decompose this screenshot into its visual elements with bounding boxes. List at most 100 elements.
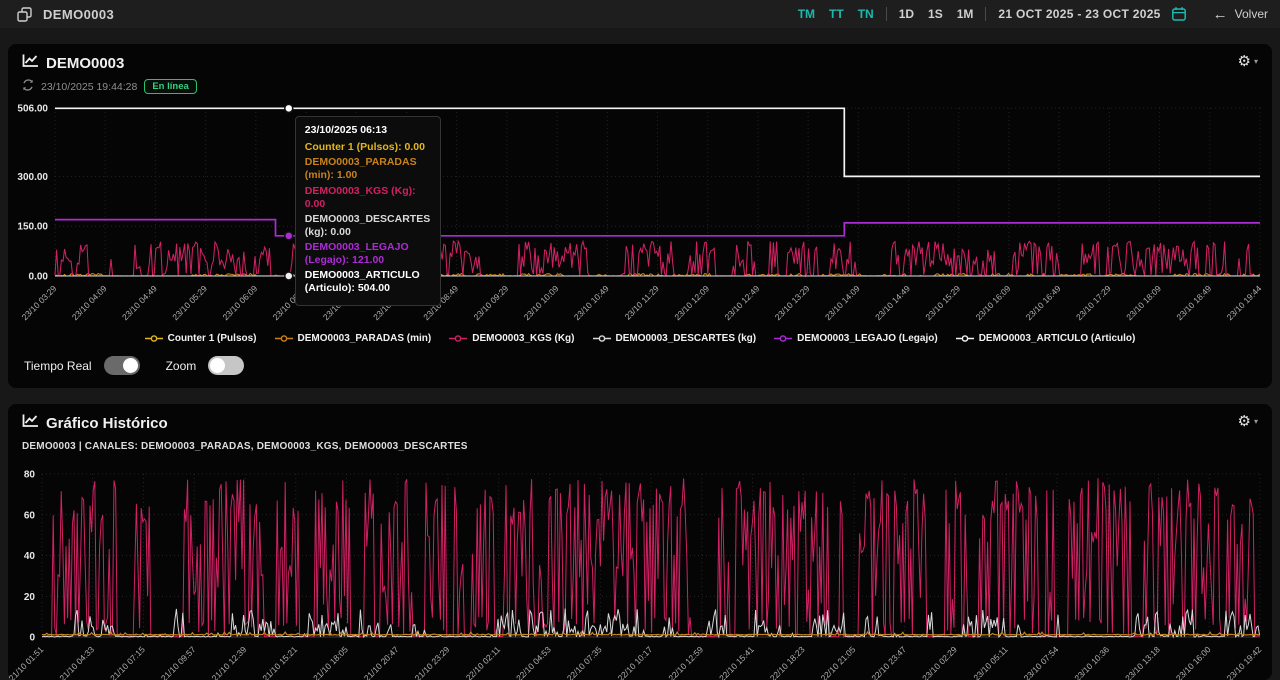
svg-text:23/10 14:09: 23/10 14:09 (823, 283, 862, 322)
historic-chart[interactable]: 0 20 40 60 80 21/10 01:51 21/10 04:33 21/10 07:… (8, 452, 1272, 680)
legend-label: DEMO0003_LEGAJO (Legajo) (797, 333, 938, 344)
svg-text:23/10 16:49: 23/10 16:49 (1024, 283, 1063, 322)
legend-item[interactable]: Counter 1 (Pulsos) (145, 333, 257, 344)
zoom-toggle[interactable] (208, 356, 244, 375)
tooltip-row: DEMO0003_PARADAS (min): 1.00 (305, 156, 431, 182)
legend-item[interactable]: DEMO0003_ARTICULO (Articulo) (956, 333, 1136, 344)
realtime-settings-button[interactable]: ⚙ ▾ (1238, 52, 1258, 70)
tab-1m[interactable]: 1M (957, 7, 974, 21)
legend-marker-icon (145, 334, 163, 343)
last-update-timestamp: 23/10/2025 19:44:28 (41, 81, 137, 93)
zoom-label: Zoom (166, 359, 197, 373)
svg-text:23/10 10:49: 23/10 10:49 (572, 283, 611, 322)
legend-item[interactable]: DEMO0003_PARADAS (min) (275, 333, 432, 344)
volver-button[interactable]: ← Volver (1213, 7, 1268, 22)
topbar: DEMO0003 TM TT TN 1D 1S 1M 21 OCT 2025 -… (0, 0, 1280, 28)
copy-icon (16, 6, 33, 23)
legend-label: DEMO0003_ARTICULO (Articulo) (979, 333, 1136, 344)
legend-label: Counter 1 (Pulsos) (168, 333, 257, 344)
legend-label: DEMO0003_KGS (Kg) (472, 333, 574, 344)
legend-marker-icon (956, 334, 974, 343)
date-range[interactable]: 21 OCT 2025 - 23 OCT 2025 (998, 7, 1160, 21)
svg-text:23/10 13:29: 23/10 13:29 (773, 283, 812, 322)
back-arrow-icon: ← (1213, 7, 1228, 22)
tab-1s[interactable]: 1S (928, 7, 943, 21)
tab-tn[interactable]: TN (858, 7, 874, 21)
divider (886, 7, 887, 21)
legend-item[interactable]: DEMO0003_DESCARTES (kg) (593, 333, 757, 344)
svg-text:21/10 09:57: 21/10 09:57 (159, 644, 198, 680)
svg-text:20: 20 (24, 592, 36, 603)
app-title: DEMO0003 (43, 7, 114, 22)
svg-text:23/10 04:09: 23/10 04:09 (70, 283, 109, 322)
divider (985, 7, 986, 21)
legend-label: DEMO0003_DESCARTES (kg) (616, 333, 757, 344)
svg-text:23/10 13:18: 23/10 13:18 (1123, 644, 1162, 680)
svg-text:23/10 10:09: 23/10 10:09 (522, 283, 561, 322)
realtime-panel: DEMO0003 ⚙ ▾ 23/10/2025 19:44:28 En líne… (8, 44, 1272, 388)
realtime-chart[interactable]: 0.00150.00300.00506.0023/10 03:2923/10 0… (8, 98, 1272, 330)
historic-panel-title: Gráfico Histórico (22, 413, 168, 433)
tooltip-row: DEMO0003_KGS (Kg): 0.00 (305, 185, 431, 211)
calendar-icon[interactable] (1171, 6, 1187, 22)
historic-subtitle: DEMO0003 | CANALES: DEMO0003_PARADAS, DE… (22, 441, 468, 452)
svg-text:23/10 18:49: 23/10 18:49 (1174, 283, 1213, 322)
svg-text:22/10 21:05: 22/10 21:05 (819, 644, 858, 680)
legend-marker-icon (774, 334, 792, 343)
chart-legend: Counter 1 (Pulsos) DEMO0003_PARADAS (min)… (8, 333, 1272, 344)
tab-tt[interactable]: TT (829, 7, 844, 21)
svg-text:23/10 03:29: 23/10 03:29 (20, 283, 59, 322)
svg-text:23/10 11:29: 23/10 11:29 (623, 283, 662, 322)
svg-text:23/10 16:09: 23/10 16:09 (974, 283, 1013, 322)
svg-text:23/10 06:09: 23/10 06:09 (220, 283, 259, 322)
gear-icon: ⚙ (1238, 52, 1251, 70)
svg-text:23/10 10:36: 23/10 10:36 (1072, 644, 1111, 680)
svg-text:80: 80 (24, 470, 36, 481)
legend-item[interactable]: DEMO0003_LEGAJO (Legajo) (774, 333, 938, 344)
svg-text:21/10 07:15: 21/10 07:15 (108, 644, 147, 680)
svg-text:23/10 15:29: 23/10 15:29 (923, 283, 962, 322)
tooltip-row: DEMO0003_ARTICULO (Articulo): 504.00 (305, 269, 431, 295)
svg-text:21/10 18:05: 21/10 18:05 (311, 644, 350, 680)
historic-settings-button[interactable]: ⚙ ▾ (1238, 412, 1258, 430)
legend-item[interactable]: DEMO0003_KGS (Kg) (449, 333, 574, 344)
svg-text:40: 40 (24, 551, 36, 562)
tab-tm[interactable]: TM (798, 7, 815, 21)
svg-text:23/10 19:42: 23/10 19:42 (1225, 644, 1264, 680)
svg-text:23/10 19:44: 23/10 19:44 (1225, 283, 1264, 322)
svg-text:300.00: 300.00 (17, 172, 48, 183)
line-chart-icon (22, 53, 39, 73)
caret-down-icon: ▾ (1254, 417, 1258, 426)
svg-text:23/10 02:29: 23/10 02:29 (920, 644, 959, 680)
svg-text:21/10 01:51: 21/10 01:51 (8, 644, 46, 680)
tooltip-row: DEMO0003_LEGAJO (Legajo): 121.00 (305, 241, 431, 267)
tiempo-real-toggle[interactable] (104, 356, 140, 375)
status-badge: En línea (144, 79, 196, 94)
svg-text:21/10 04:33: 21/10 04:33 (57, 644, 96, 680)
svg-text:23/10 12:49: 23/10 12:49 (723, 283, 762, 322)
legend-marker-icon (593, 334, 611, 343)
svg-text:22/10 18:23: 22/10 18:23 (768, 644, 807, 680)
svg-text:150.00: 150.00 (17, 222, 48, 233)
svg-text:23/10 12:09: 23/10 12:09 (672, 283, 711, 322)
svg-text:21/10 20:47: 21/10 20:47 (362, 644, 401, 680)
realtime-panel-title: DEMO0003 (22, 53, 124, 73)
svg-text:23/10 17:29: 23/10 17:29 (1074, 283, 1113, 322)
svg-text:22/10 02:11: 22/10 02:11 (464, 644, 503, 680)
svg-text:60: 60 (24, 510, 36, 521)
svg-text:23/10 09:29: 23/10 09:29 (471, 283, 510, 322)
svg-text:23/10 16:00: 23/10 16:00 (1174, 644, 1213, 680)
legend-marker-icon (449, 334, 467, 343)
svg-text:22/10 12:59: 22/10 12:59 (666, 644, 705, 680)
svg-text:506.00: 506.00 (17, 104, 48, 115)
tab-1d[interactable]: 1D (899, 7, 914, 21)
tooltip-time: 23/10/2025 06:13 (305, 124, 431, 137)
svg-text:22/10 07:35: 22/10 07:35 (565, 644, 604, 680)
refresh-icon[interactable] (22, 79, 34, 94)
chart-tooltip: 23/10/2025 06:13 Counter 1 (Pulsos): 0.0… (295, 116, 441, 306)
svg-text:0: 0 (29, 633, 35, 644)
gear-icon: ⚙ (1238, 412, 1251, 430)
svg-text:21/10 12:39: 21/10 12:39 (210, 644, 249, 680)
legend-label: DEMO0003_PARADAS (min) (298, 333, 432, 344)
svg-text:23/10 14:49: 23/10 14:49 (873, 283, 912, 322)
